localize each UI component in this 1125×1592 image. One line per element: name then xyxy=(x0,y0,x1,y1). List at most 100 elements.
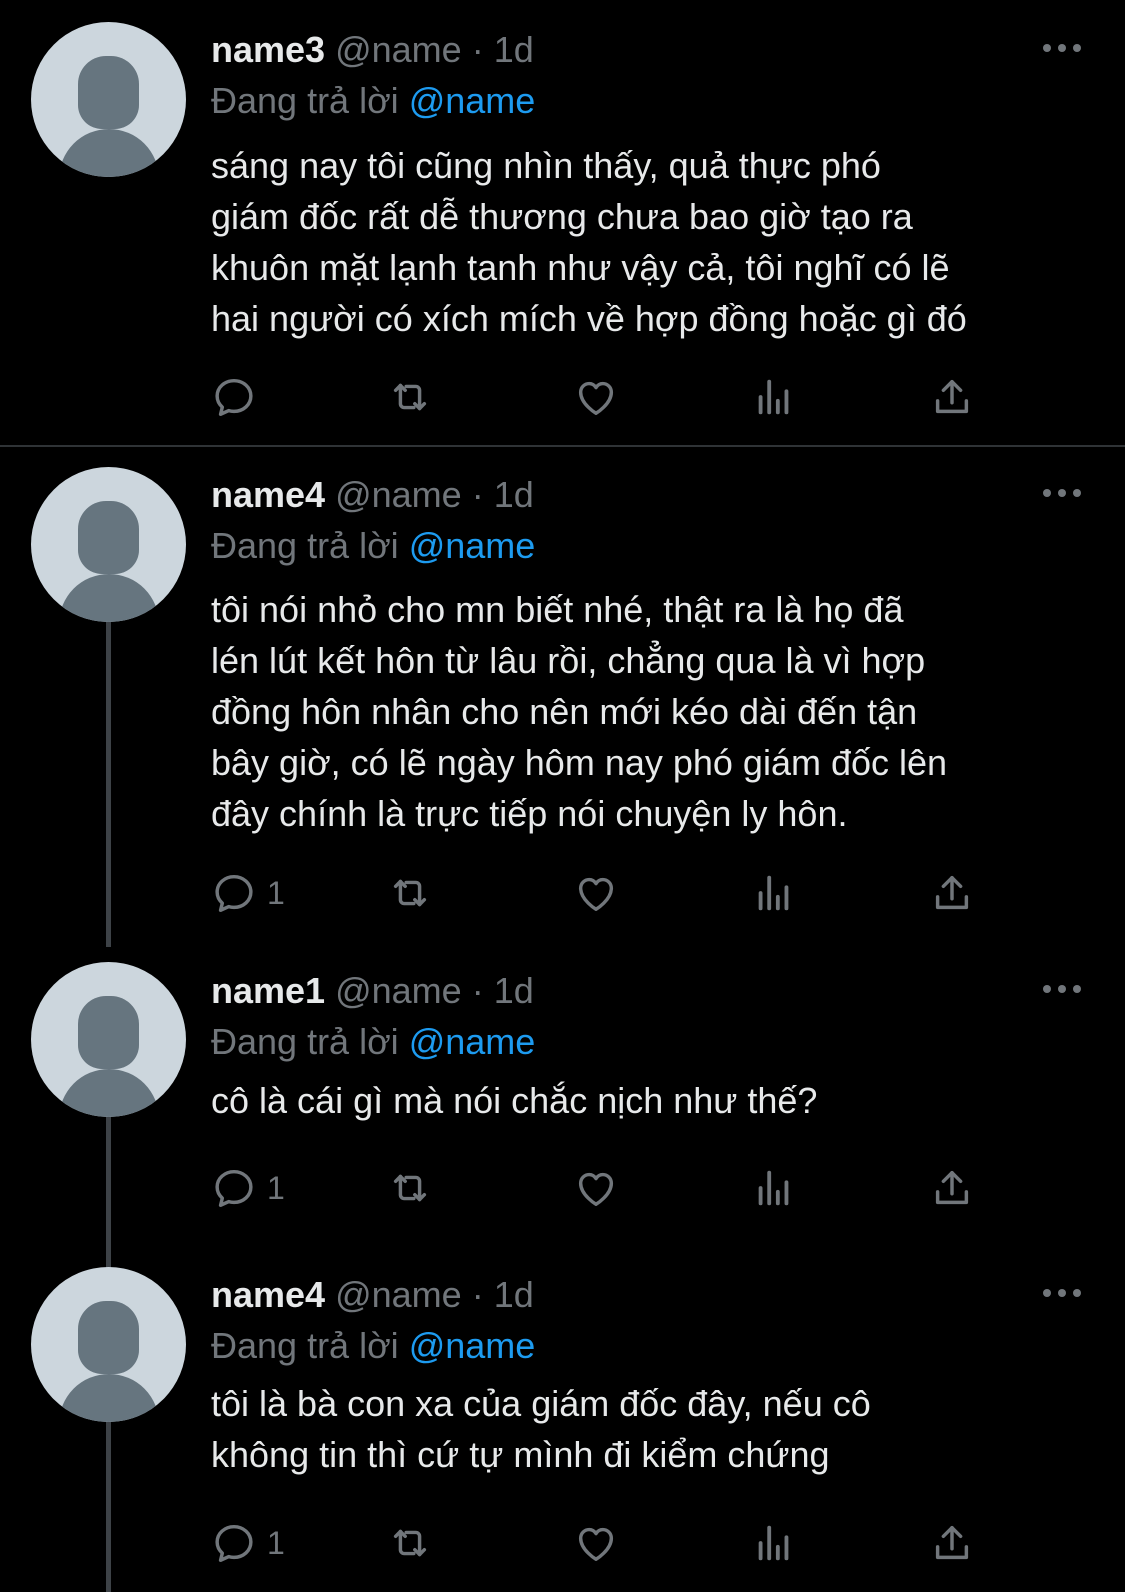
avatar-body xyxy=(59,1374,159,1422)
mention-link[interactable]: @name xyxy=(409,1325,536,1366)
user-handle[interactable]: @name xyxy=(335,474,462,515)
more-icon[interactable] xyxy=(1043,1283,1083,1303)
tweet[interactable]: name4 @name · 1d Đang trả lời @name tôi … xyxy=(0,447,1125,942)
separator-dot: · xyxy=(471,1274,484,1315)
avatar-head xyxy=(78,56,139,129)
like-button[interactable] xyxy=(573,372,619,422)
analytics-icon xyxy=(758,379,789,415)
mention-link[interactable]: @name xyxy=(409,80,536,121)
tweet-header: name3 @name · 1d xyxy=(211,28,534,72)
avatar[interactable] xyxy=(31,467,186,622)
reply-button[interactable]: 1 xyxy=(211,868,285,918)
user-handle[interactable]: @name xyxy=(335,1274,462,1315)
tweet-header: name4 @name · 1d xyxy=(211,473,534,517)
analytics-button[interactable] xyxy=(751,1163,797,1213)
share-icon xyxy=(935,1170,969,1205)
reply-count: 1 xyxy=(267,1524,285,1561)
user-handle[interactable]: @name xyxy=(335,29,462,70)
replying-prefix: Đang trả lời xyxy=(211,1325,399,1366)
action-bar: 1 xyxy=(211,1163,1011,1213)
analytics-button[interactable] xyxy=(751,372,797,422)
share-button[interactable] xyxy=(929,1518,975,1568)
user-handle[interactable]: @name xyxy=(335,970,462,1011)
text-line: không tin thì cứ tự mình đi kiểm chứng xyxy=(211,1434,830,1475)
replying-prefix: Đang trả lời xyxy=(211,80,399,121)
display-name[interactable]: name4 xyxy=(211,1274,325,1315)
more-icon[interactable] xyxy=(1043,979,1083,999)
separator-dot: · xyxy=(471,29,484,70)
timestamp[interactable]: 1d xyxy=(494,1274,534,1315)
like-button[interactable] xyxy=(573,1518,619,1568)
like-icon xyxy=(578,1172,614,1207)
share-button[interactable] xyxy=(929,372,975,422)
retweet-icon xyxy=(393,1529,427,1557)
text-line: tôi nói nhỏ cho mn biết nhé, thật ra là … xyxy=(211,589,904,630)
avatar-body xyxy=(59,574,159,622)
share-icon xyxy=(935,875,969,910)
timestamp[interactable]: 1d xyxy=(494,29,534,70)
like-button[interactable] xyxy=(573,1163,619,1213)
replying-to: Đang trả lời @name xyxy=(211,79,535,123)
reply-count: 1 xyxy=(267,1169,285,1206)
replying-prefix: Đang trả lời xyxy=(211,1021,399,1062)
display-name[interactable]: name1 xyxy=(211,970,325,1011)
retweet-icon xyxy=(393,383,427,411)
text-line: đồng hôn nhân cho nên mới kéo dài đến tậ… xyxy=(211,691,918,732)
tweet-text: tôi nói nhỏ cho mn biết nhé, thật ra là … xyxy=(211,584,1091,839)
display-name[interactable]: name4 xyxy=(211,474,325,515)
text-line: khuôn mặt lạnh tanh như vậy cả, tôi nghĩ… xyxy=(211,247,950,288)
text-line: sáng nay tôi cũng nhìn thấy, quả thực ph… xyxy=(211,145,881,186)
retweet-button[interactable] xyxy=(387,868,433,918)
share-icon xyxy=(935,379,969,414)
avatar[interactable] xyxy=(31,22,186,177)
avatar-head xyxy=(78,1301,139,1374)
display-name[interactable]: name3 xyxy=(211,29,325,70)
mention-link[interactable]: @name xyxy=(409,525,536,566)
like-icon xyxy=(578,1527,614,1562)
action-bar: 1 xyxy=(211,1518,1011,1568)
retweet-icon xyxy=(393,1174,427,1202)
timestamp[interactable]: 1d xyxy=(494,474,534,515)
analytics-button[interactable] xyxy=(751,1518,797,1568)
more-icon[interactable] xyxy=(1043,483,1083,503)
replying-to: Đang trả lời @name xyxy=(211,524,535,568)
text-line: cô là cái gì mà nói chắc nịch như thế? xyxy=(211,1080,818,1121)
share-icon xyxy=(935,1525,969,1560)
action-bar: 1 xyxy=(211,868,1011,918)
more-icon[interactable] xyxy=(1043,38,1083,58)
like-button[interactable] xyxy=(573,868,619,918)
reply-button[interactable]: 1 xyxy=(211,1518,285,1568)
avatar-body xyxy=(59,129,159,177)
timestamp[interactable]: 1d xyxy=(494,970,534,1011)
reply-icon xyxy=(215,874,253,912)
avatar[interactable] xyxy=(31,962,186,1117)
retweet-icon xyxy=(393,879,427,907)
analytics-button[interactable] xyxy=(751,868,797,918)
tweet[interactable]: name3 @name · 1d Đang trả lời @name sáng… xyxy=(0,0,1125,445)
tweet[interactable]: name4 @name · 1d Đang trả lời @name tôi … xyxy=(0,1247,1125,1592)
mention-link[interactable]: @name xyxy=(409,1021,536,1062)
share-button[interactable] xyxy=(929,868,975,918)
avatar[interactable] xyxy=(31,1267,186,1422)
text-line: đây chính là trực tiếp nói chuyện ly hôn… xyxy=(211,793,848,834)
text-line: hai người có xích mích về hợp đồng hoặc … xyxy=(211,298,967,339)
reply-icon xyxy=(215,1524,253,1562)
reply-button[interactable]: 1 xyxy=(211,1163,285,1213)
tweet[interactable]: name1 @name · 1d Đang trả lời @name cô l… xyxy=(0,942,1125,1247)
separator-dot: · xyxy=(471,970,484,1011)
analytics-icon xyxy=(758,875,789,911)
retweet-button[interactable] xyxy=(387,372,433,422)
share-button[interactable] xyxy=(929,1163,975,1213)
avatar-body xyxy=(59,1069,159,1117)
tweet-text: tôi là bà con xa của giám đốc đây, nếu c… xyxy=(211,1378,1091,1480)
text-line: giám đốc rất dễ thương chưa bao giờ tạo … xyxy=(211,196,913,237)
tweet-text: cô là cái gì mà nói chắc nịch như thế? xyxy=(211,1075,1091,1126)
analytics-icon xyxy=(758,1170,789,1206)
separator-dot: · xyxy=(471,474,484,515)
retweet-button[interactable] xyxy=(387,1163,433,1213)
tweet-header: name1 @name · 1d xyxy=(211,969,534,1013)
reply-icon xyxy=(215,1169,253,1207)
reply-button[interactable] xyxy=(211,372,267,422)
retweet-button[interactable] xyxy=(387,1518,433,1568)
tweet-header: name4 @name · 1d xyxy=(211,1273,534,1317)
